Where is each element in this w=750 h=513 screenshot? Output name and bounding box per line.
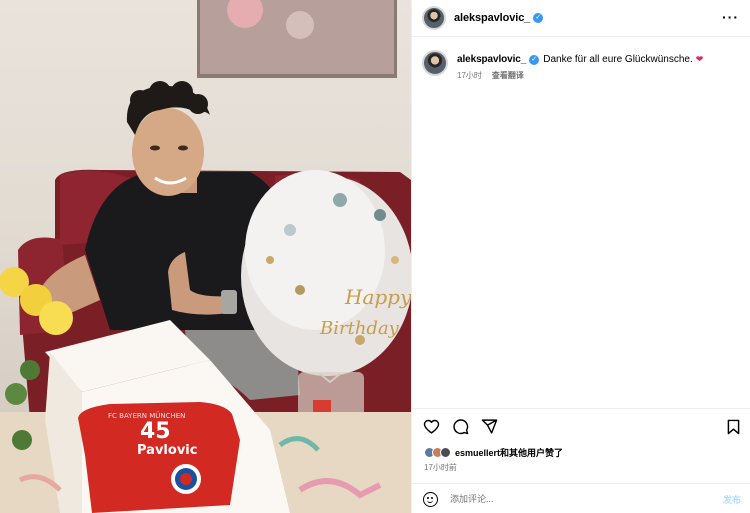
post-side-panel: alekspavlovic_ ✓ ··· alekspavlovic_ ✓ Da…	[411, 0, 750, 513]
caption-text: Danke für all eure Glückwünsche.	[543, 54, 693, 65]
balloon-text-1: Happy	[344, 285, 411, 309]
post-caption: alekspavlovic_ ✓ Danke für all eure Glüc…	[422, 50, 740, 81]
post-photo[interactable]: Happy Birthday FC BAYERN MÜNCHEN 45 Pavl…	[0, 0, 411, 513]
jersey-cake: FC BAYERN MÜNCHEN 45 Pavlovic	[78, 402, 240, 513]
comment-bar: 发布	[412, 483, 750, 513]
caption-time[interactable]: 17小时	[457, 70, 482, 81]
post-header: alekspavlovic_ ✓ ···	[412, 0, 750, 37]
post-comment-button[interactable]: 发布	[723, 493, 741, 506]
likes-summary[interactable]: esmuellert和其他用户赞了	[424, 446, 563, 459]
jersey-number: 45	[140, 419, 171, 444]
avatar[interactable]	[422, 6, 446, 30]
translate-link[interactable]: 查看翻译	[492, 70, 524, 81]
comment-input[interactable]	[450, 494, 690, 504]
comment-icon[interactable]	[452, 418, 469, 435]
post-modal: Happy Birthday FC BAYERN MÜNCHEN 45 Pavl…	[0, 0, 750, 513]
caption-avatar[interactable]	[422, 50, 448, 76]
red-heart-emoji: ❤	[695, 54, 704, 64]
bookmark-icon[interactable]	[726, 419, 741, 435]
likes-text[interactable]: esmuellert和其他用户赞了	[455, 446, 563, 459]
jersey-name: Pavlovic	[137, 443, 197, 458]
verified-badge-icon: ✓	[533, 13, 544, 23]
balloon-text-2: Birthday	[319, 318, 400, 339]
header-username[interactable]: alekspavlovic_	[454, 12, 530, 24]
heart-icon[interactable]	[423, 418, 440, 435]
post-timestamp: 17小时前	[424, 463, 457, 472]
caption-username[interactable]: alekspavlovic_	[457, 53, 526, 66]
action-bar: esmuellert和其他用户赞了 17小时前 发布	[412, 408, 750, 513]
photo-illustration: Happy Birthday FC BAYERN MÜNCHEN 45 Pavl…	[0, 0, 411, 513]
liker-avatar	[440, 447, 451, 458]
share-icon[interactable]	[481, 418, 498, 435]
emoji-icon[interactable]	[423, 491, 438, 507]
ellipsis-icon[interactable]: ···	[722, 9, 739, 25]
verified-badge-icon: ✓	[529, 54, 540, 65]
